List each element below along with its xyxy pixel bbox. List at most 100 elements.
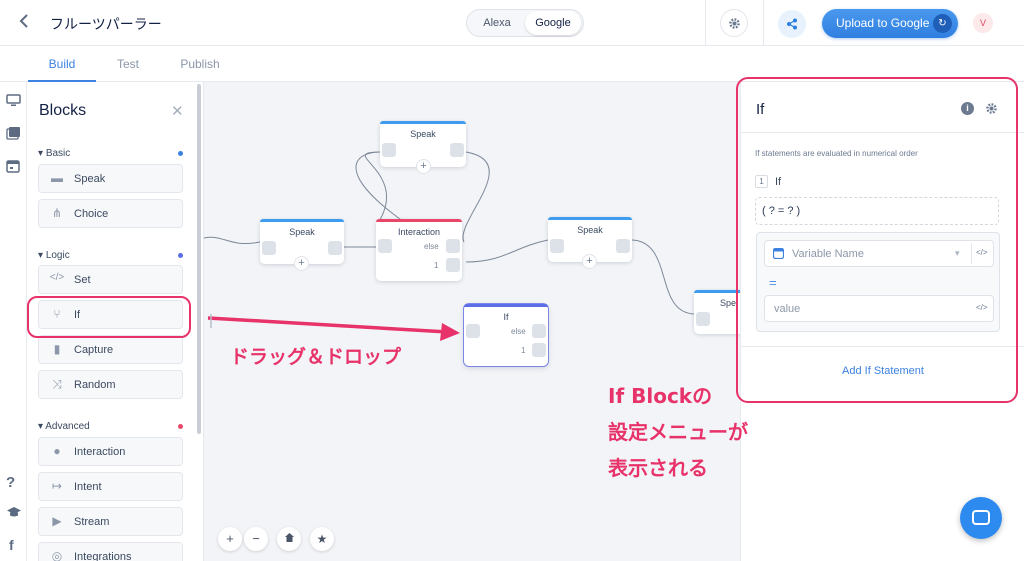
section-basic[interactable]: ▾ Basic bbox=[38, 148, 183, 159]
block-integrations[interactable]: ◎ Integrations bbox=[38, 542, 183, 561]
block-label: Interaction bbox=[74, 446, 126, 458]
block-stream[interactable]: ▶ Stream bbox=[38, 507, 183, 536]
input-port[interactable] bbox=[262, 241, 276, 255]
block-title: Interaction bbox=[397, 227, 441, 237]
platform-google[interactable]: Google bbox=[525, 11, 581, 35]
avatar[interactable]: V bbox=[973, 13, 993, 33]
block-label: Speak bbox=[74, 173, 106, 185]
block-label: Capture bbox=[74, 344, 114, 356]
block-speak[interactable]: ▬ Speak bbox=[38, 164, 183, 193]
arrow-in-icon: ↦ bbox=[51, 479, 63, 493]
section-dot bbox=[178, 253, 183, 258]
input-port[interactable] bbox=[378, 239, 392, 253]
add-step-button[interactable]: + bbox=[294, 256, 309, 271]
icon-rail: ? f bbox=[0, 82, 27, 561]
output-port[interactable] bbox=[450, 143, 464, 157]
block-label: Set bbox=[74, 274, 91, 286]
code-icon: </> bbox=[49, 272, 65, 283]
block-capture[interactable]: ▮ Capture bbox=[38, 335, 183, 364]
blocks-scrollbar[interactable] bbox=[197, 84, 201, 434]
calendar-icon[interactable] bbox=[6, 159, 20, 176]
facebook-icon[interactable]: f bbox=[9, 537, 14, 553]
input-port[interactable] bbox=[382, 143, 396, 157]
zoom-out-button[interactable]: − bbox=[244, 527, 268, 551]
block-intent[interactable]: ↦ Intent bbox=[38, 472, 183, 501]
speech-bubble-icon: ▬ bbox=[51, 171, 63, 185]
section-dot bbox=[178, 151, 183, 156]
back-icon[interactable] bbox=[18, 12, 30, 33]
block-label: Stream bbox=[74, 516, 110, 528]
zoom-in-button[interactable]: + bbox=[218, 527, 242, 551]
block-header-bar bbox=[376, 219, 462, 222]
divider bbox=[763, 0, 764, 46]
graduation-cap-icon[interactable] bbox=[6, 506, 22, 521]
section-logic[interactable]: ▾ Logic bbox=[38, 250, 183, 261]
tab-build[interactable]: Build bbox=[28, 46, 96, 82]
else-port[interactable] bbox=[532, 324, 546, 338]
block-label: Choice bbox=[74, 208, 109, 220]
block-header-bar bbox=[380, 121, 466, 124]
sync-icon: ↻ bbox=[933, 14, 952, 33]
output-port[interactable] bbox=[616, 239, 630, 253]
section-basic-label: Basic bbox=[45, 148, 71, 159]
interaction-block[interactable]: Interaction else 1 bbox=[376, 219, 462, 281]
drag-drop-annotation: ドラッグ＆ドロップ bbox=[230, 346, 402, 368]
block-header-bar bbox=[548, 217, 632, 220]
platform-toggle[interactable]: Alexa Google bbox=[466, 9, 584, 37]
blocks-title: Blocks bbox=[39, 102, 87, 119]
project-title[interactable]: フルーツパーラー bbox=[50, 14, 162, 34]
block-title: Speak bbox=[289, 227, 315, 237]
speak-block[interactable]: Speak + bbox=[260, 219, 344, 271]
settings-panel-highlight bbox=[736, 77, 1018, 403]
output-port[interactable] bbox=[532, 343, 546, 357]
upload-to-google-button[interactable]: Upload to Google ↻ bbox=[822, 9, 958, 38]
menu-annotation-line3: 表示される bbox=[608, 456, 708, 480]
block-set[interactable]: </> Set bbox=[38, 265, 183, 294]
monitor-icon[interactable] bbox=[6, 94, 21, 110]
speak-block[interactable]: Speak + bbox=[548, 217, 632, 269]
section-advanced[interactable]: ▾ Advanced bbox=[38, 421, 183, 432]
block-choice[interactable]: ⋔ Choice bbox=[38, 199, 183, 228]
tab-publish[interactable]: Publish bbox=[170, 46, 230, 82]
shuffle-icon: ⤨ bbox=[52, 377, 62, 391]
block-random[interactable]: ⤨ Random bbox=[38, 370, 183, 399]
add-step-button[interactable]: + bbox=[416, 159, 431, 174]
block-label: Intent bbox=[74, 481, 102, 493]
block-title: Speak bbox=[410, 129, 436, 139]
block-interaction[interactable]: ● Interaction bbox=[38, 437, 183, 466]
speak-block[interactable]: Speak + bbox=[380, 121, 466, 174]
add-step-button[interactable]: + bbox=[582, 254, 597, 269]
library-icon[interactable] bbox=[6, 126, 21, 143]
microphone-icon: ▮ bbox=[53, 342, 61, 356]
path-number: 1 bbox=[434, 261, 439, 270]
divider bbox=[705, 0, 706, 46]
top-bar: フルーツパーラー Alexa Google Upload to Google ↻… bbox=[0, 0, 1024, 46]
output-port[interactable] bbox=[328, 241, 342, 255]
block-header-bar bbox=[260, 219, 344, 222]
home-button[interactable] bbox=[277, 527, 301, 551]
gear-icon bbox=[728, 17, 740, 29]
block-title: Speak bbox=[577, 225, 603, 235]
if-item-highlight bbox=[27, 296, 191, 338]
home-icon bbox=[284, 533, 294, 542]
block-label: Random bbox=[74, 379, 116, 391]
tab-test[interactable]: Test bbox=[100, 46, 156, 82]
section-advanced-label: Advanced bbox=[45, 421, 90, 432]
if-block[interactable]: If else 1 bbox=[464, 304, 548, 366]
star-button[interactable]: ★ bbox=[310, 527, 334, 551]
help-icon[interactable]: ? bbox=[6, 474, 15, 491]
menu-annotation-line1: If Blockの bbox=[608, 384, 713, 408]
input-port[interactable] bbox=[696, 312, 710, 326]
block-title: Spe bbox=[720, 298, 737, 308]
else-port[interactable] bbox=[446, 239, 460, 253]
star-icon: ★ bbox=[316, 532, 328, 546]
close-icon[interactable]: ✕ bbox=[171, 102, 184, 120]
output-port[interactable] bbox=[446, 258, 460, 272]
chat-icon bbox=[972, 510, 990, 525]
share-button[interactable] bbox=[778, 10, 806, 38]
input-port[interactable] bbox=[550, 239, 564, 253]
platform-alexa[interactable]: Alexa bbox=[469, 11, 525, 35]
chat-launcher-button[interactable] bbox=[960, 497, 1002, 539]
settings-button[interactable] bbox=[720, 9, 748, 37]
else-label: else bbox=[424, 242, 439, 251]
